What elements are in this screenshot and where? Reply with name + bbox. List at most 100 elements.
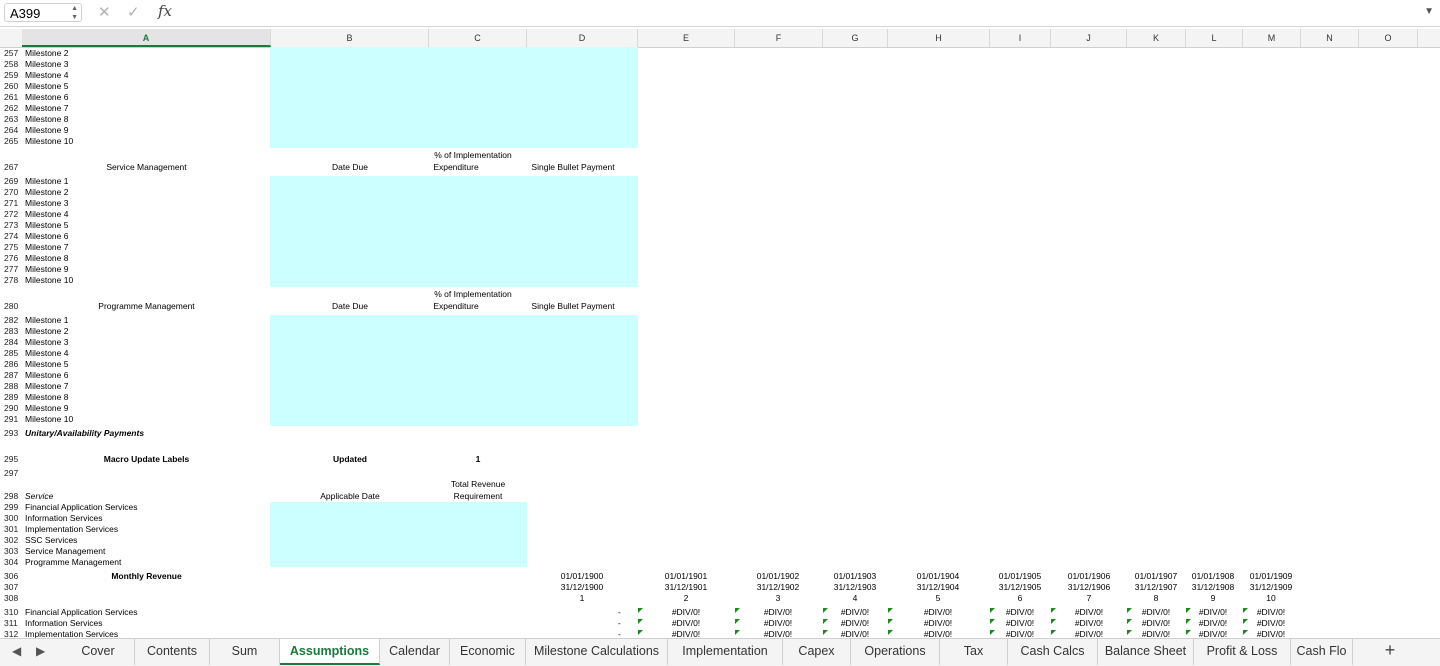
formula-input[interactable] <box>185 5 1405 21</box>
next-sheet-icon[interactable]: ▶ <box>36 644 45 658</box>
row-number[interactable]: 272 <box>0 209 26 220</box>
error-indicator-icon[interactable] <box>1051 619 1056 624</box>
row-number[interactable]: 312 <box>0 629 26 638</box>
column-header-d[interactable]: D <box>527 29 638 47</box>
row-number[interactable]: 301 <box>0 524 26 535</box>
name-box-stepper-icon[interactable]: ▲ ▼ <box>71 4 78 22</box>
row-number[interactable]: 274 <box>0 231 26 242</box>
error-indicator-icon[interactable] <box>1243 619 1248 624</box>
row-number[interactable]: 263 <box>0 114 26 125</box>
row-number[interactable]: 303 <box>0 546 26 557</box>
input-range-service-management[interactable] <box>270 176 638 287</box>
error-indicator-icon[interactable] <box>1243 630 1248 635</box>
error-indicator-icon[interactable] <box>735 630 740 635</box>
column-header-a[interactable]: A <box>22 29 271 47</box>
name-box[interactable]: A399 ▲ ▼ <box>4 3 82 22</box>
column-header-k[interactable]: K <box>1127 29 1186 47</box>
sheet-tab-calendar[interactable]: Calendar <box>380 639 450 665</box>
row-number[interactable]: 258 <box>0 59 26 70</box>
error-indicator-icon[interactable] <box>888 619 893 624</box>
error-indicator-icon[interactable] <box>888 630 893 635</box>
error-indicator-icon[interactable] <box>1127 619 1132 624</box>
row-number[interactable]: 276 <box>0 253 26 264</box>
column-header-i[interactable]: I <box>990 29 1051 47</box>
sheet-tab-cash-flo[interactable]: Cash Flo <box>1291 639 1353 665</box>
error-indicator-icon[interactable] <box>638 619 643 624</box>
error-indicator-icon[interactable] <box>638 630 643 635</box>
column-header-g[interactable]: G <box>823 29 888 47</box>
row-number[interactable]: 269 <box>0 176 26 187</box>
function-icon[interactable]: fx <box>158 2 172 20</box>
enter-icon[interactable]: ✓ <box>127 3 140 21</box>
column-header-f[interactable]: F <box>735 29 823 47</box>
row-number[interactable]: 290 <box>0 403 26 414</box>
column-header-h[interactable]: H <box>888 29 990 47</box>
row-number[interactable]: 270 <box>0 187 26 198</box>
row-number[interactable]: 264 <box>0 125 26 136</box>
cancel-icon[interactable]: ✕ <box>98 3 111 21</box>
input-range-services[interactable] <box>270 502 527 567</box>
column-header-l[interactable]: L <box>1186 29 1243 47</box>
row-number[interactable]: 285 <box>0 348 26 359</box>
row-number[interactable]: 275 <box>0 242 26 253</box>
row-number[interactable]: 262 <box>0 103 26 114</box>
row-number[interactable]: 283 <box>0 326 26 337</box>
error-indicator-icon[interactable] <box>888 608 893 613</box>
error-indicator-icon[interactable] <box>823 608 828 613</box>
row-number[interactable]: 288 <box>0 381 26 392</box>
row-number[interactable]: 298 <box>0 491 26 502</box>
formula-expand-icon[interactable]: ▼ <box>1424 6 1434 17</box>
error-indicator-icon[interactable] <box>1127 630 1132 635</box>
select-all-corner[interactable] <box>0 29 23 47</box>
column-header-b[interactable]: B <box>271 29 429 47</box>
row-number[interactable]: 307 <box>0 582 26 593</box>
row-number[interactable]: 299 <box>0 502 26 513</box>
worksheet-grid[interactable]: 257 Milestone 2 258 Milestone 3 259 Milestone… <box>0 47 1440 638</box>
sheet-tab-contents[interactable]: Contents <box>135 639 210 665</box>
sheet-tab-capex[interactable]: Capex <box>783 639 851 665</box>
sheet-tab-profit-loss[interactable]: Profit & Loss <box>1194 639 1291 665</box>
row-number[interactable]: 300 <box>0 513 26 524</box>
add-sheet-button[interactable]: + <box>1376 640 1404 661</box>
input-range-programme-management[interactable] <box>270 315 638 426</box>
input-range-milestones[interactable] <box>270 47 638 148</box>
error-indicator-icon[interactable] <box>823 619 828 624</box>
column-header-o[interactable]: O <box>1359 29 1418 47</box>
row-number[interactable]: 273 <box>0 220 26 231</box>
row-number[interactable]: 302 <box>0 535 26 546</box>
sheet-tab-implementation[interactable]: Implementation <box>668 639 783 665</box>
sheet-tab-milestone-calculations[interactable]: Milestone Calculations <box>526 639 668 665</box>
row-number[interactable]: 261 <box>0 92 26 103</box>
error-indicator-icon[interactable] <box>1051 630 1056 635</box>
row-number[interactable]: 308 <box>0 593 26 604</box>
sheet-tab-sum[interactable]: Sum <box>210 639 280 665</box>
row-number[interactable]: 297 <box>0 468 26 479</box>
row-number[interactable]: 289 <box>0 392 26 403</box>
prev-sheet-icon[interactable]: ◀ <box>12 644 21 658</box>
column-header-n[interactable]: N <box>1301 29 1359 47</box>
row-number[interactable]: 271 <box>0 198 26 209</box>
error-indicator-icon[interactable] <box>735 619 740 624</box>
row-number[interactable]: 286 <box>0 359 26 370</box>
error-indicator-icon[interactable] <box>1186 608 1191 613</box>
column-header-m[interactable]: M <box>1243 29 1301 47</box>
sheet-tab-assumptions[interactable]: Assumptions <box>280 639 380 665</box>
error-indicator-icon[interactable] <box>1186 630 1191 635</box>
column-header-j[interactable]: J <box>1051 29 1127 47</box>
error-indicator-icon[interactable] <box>990 608 995 613</box>
sheet-tab-balance-sheet[interactable]: Balance Sheet <box>1098 639 1194 665</box>
row-number[interactable]: 311 <box>0 618 26 629</box>
error-indicator-icon[interactable] <box>1186 619 1191 624</box>
sheet-tab-cash-calcs[interactable]: Cash Calcs <box>1008 639 1098 665</box>
row-number[interactable]: 284 <box>0 337 26 348</box>
row-number[interactable]: 287 <box>0 370 26 381</box>
error-indicator-icon[interactable] <box>990 630 995 635</box>
row-number[interactable]: 291 <box>0 414 26 425</box>
error-indicator-icon[interactable] <box>735 608 740 613</box>
row-number[interactable]: 293 <box>0 428 26 439</box>
row-number[interactable]: 260 <box>0 81 26 92</box>
error-indicator-icon[interactable] <box>638 608 643 613</box>
row-number[interactable]: 282 <box>0 315 26 326</box>
error-indicator-icon[interactable] <box>1051 608 1056 613</box>
row-number[interactable]: 259 <box>0 70 26 81</box>
